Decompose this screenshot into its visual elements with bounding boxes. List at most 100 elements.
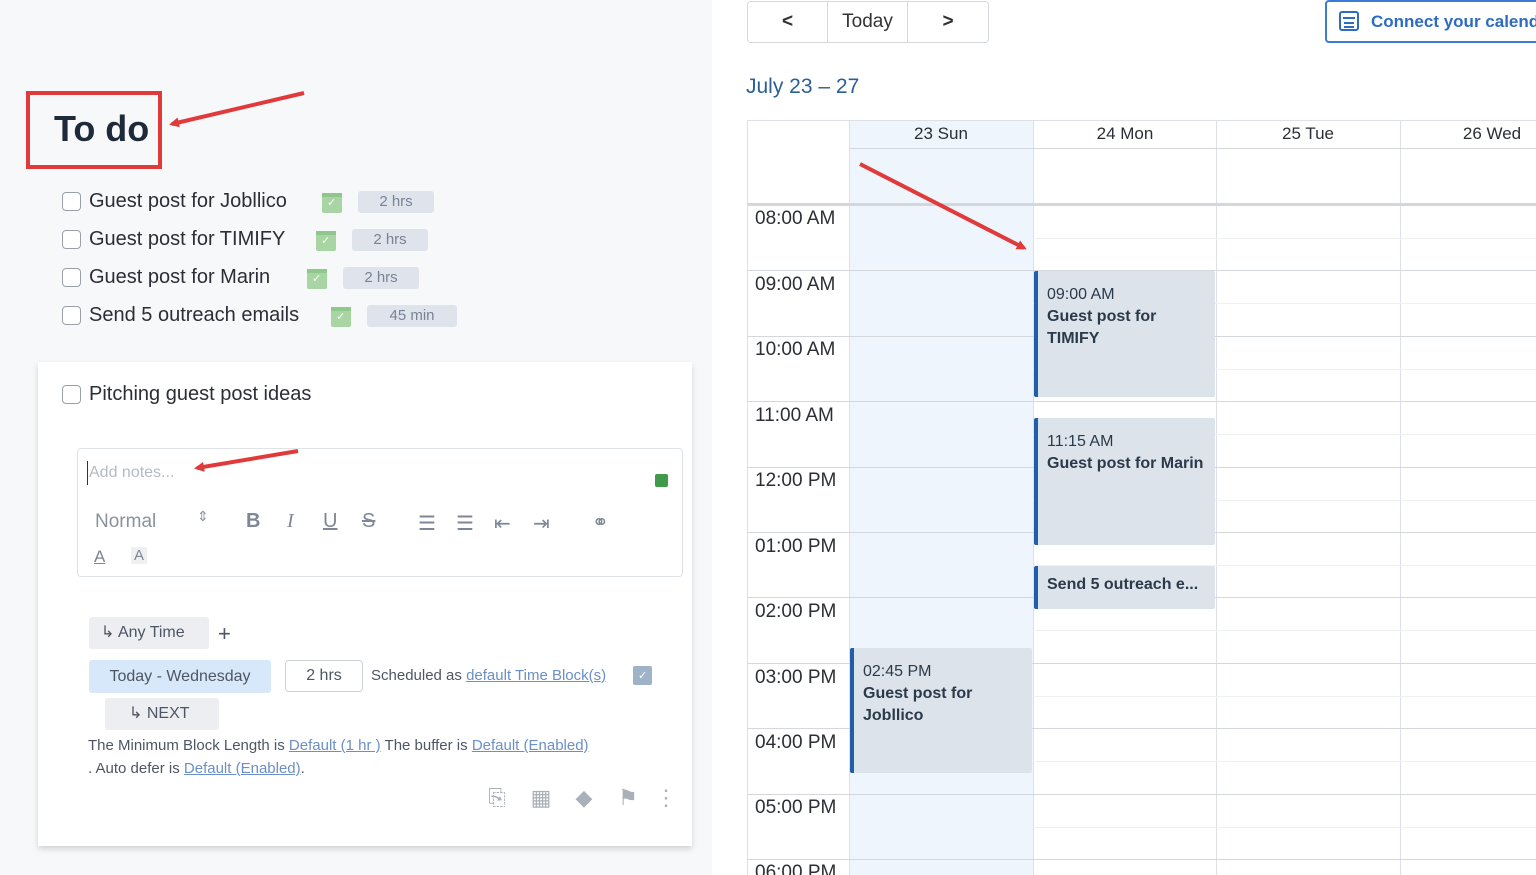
scheduled-as-text: Scheduled as default Time Block(s) [371,667,606,684]
format-select-arrows[interactable]: ⇕ [197,509,209,523]
schedule-date-button[interactable]: Today - Wednesday [89,660,271,693]
time-block-link[interactable]: default Time Block(s) [466,667,606,684]
calendar-event[interactable]: 02:45 PM Guest post for Jobllico [850,648,1032,773]
event-title: Guest post for Marin [1047,455,1204,472]
time-label: 11:00 AM [755,405,834,426]
duration-badge[interactable]: 2 hrs [352,229,428,251]
time-label: 01:00 PM [755,536,837,557]
time-label: 08:00 AM [755,208,836,229]
task-label: Guest post for Jobllico [89,189,287,212]
outdent-icon[interactable]: ⇤ [494,511,511,536]
defer-suffix: . [300,760,305,777]
notes-input[interactable] [87,461,487,485]
day-header[interactable]: 26 Wed [1400,124,1536,144]
scheduled-calendar-icon[interactable] [316,231,336,251]
half-hour-line [1033,696,1536,697]
task-checkbox[interactable] [62,191,81,211]
duration-input[interactable]: 2 hrs [285,660,363,692]
min-block-link[interactable]: Default (1 hr ) [289,737,381,754]
day-header[interactable]: 23 Sun [849,124,1033,144]
day-header[interactable]: 24 Mon [1033,124,1217,144]
indent-icon[interactable]: ⇥ [533,511,550,536]
format-select[interactable]: Normal [95,511,156,533]
strikethrough-icon[interactable]: S [362,510,375,533]
flag-icon[interactable]: ⚑ [616,786,640,810]
page-title: To do [54,108,150,149]
event-title: Guest post for TIMIFY [1047,308,1157,347]
half-hour-line [1033,630,1536,631]
buffer-prefix: The buffer is [384,737,468,754]
day-header[interactable]: 25 Tue [1216,124,1400,144]
app-root: To do Guest post for Jobllico 2 hrs Gues… [0,0,1536,875]
text-color-icon[interactable]: A [94,547,105,567]
event-title: Send 5 outreach e... [1047,576,1199,593]
calendar-event[interactable]: Send 5 outreach e... [1034,566,1215,609]
calendar-nav: < Today > [747,1,989,43]
underline-icon[interactable]: U [323,510,337,533]
time-label: 05:00 PM [755,797,837,818]
today-button[interactable]: Today [828,2,908,42]
duration-badge[interactable]: 2 hrs [358,191,434,213]
next-week-button[interactable]: > [908,2,988,42]
highlight-color-icon[interactable]: A [131,547,148,564]
calendar-icon[interactable]: ▦ [529,786,553,810]
hour-line [747,794,1536,795]
time-label: 03:00 PM [755,667,837,688]
scheduled-calendar-icon[interactable] [322,193,342,213]
prev-week-button[interactable]: < [748,2,828,42]
any-time-button[interactable]: ↳ Any Time [89,617,209,649]
task-row[interactable]: Send 5 outreach emails [62,302,299,328]
buffer-link[interactable]: Default (Enabled) [472,737,589,754]
half-hour-line [1033,827,1536,828]
defer-prefix: . Auto defer is [88,760,180,777]
min-block-prefix: The Minimum Block Length is [88,737,285,754]
connect-calendar-button[interactable]: Connect your calendar [1325,0,1536,43]
block-settings-text: The Minimum Block Length is Default (1 h… [88,734,648,780]
time-label: 10:00 AM [755,339,836,360]
task-checkbox[interactable] [62,384,81,404]
event-time: 11:15 AM [1047,433,1114,450]
notes-status-indicator [655,474,668,487]
task-label: Pitching guest post ideas [89,382,312,405]
attachment-icon[interactable]: ⎘ [485,786,509,810]
hour-line [747,401,1536,402]
calendar-icon[interactable] [633,666,652,685]
task-row[interactable]: Guest post for TIMIFY [62,226,285,252]
time-label: 09:00 AM [755,274,836,295]
auto-defer-link[interactable]: Default (Enabled) [184,760,301,777]
calendar-event[interactable]: 09:00 AM Guest post for TIMIFY [1034,271,1215,397]
italic-icon[interactable]: I [287,510,294,533]
scheduled-prefix: Scheduled as [371,667,462,684]
task-row-expanded[interactable]: Pitching guest post ideas [62,381,311,407]
scheduled-calendar-icon[interactable] [331,307,351,327]
task-label: Guest post for TIMIFY [89,227,286,250]
task-checkbox[interactable] [62,267,81,287]
more-options-icon[interactable]: ⋮ [654,786,678,810]
add-time-button[interactable]: + [218,621,231,647]
calendar-icon [1339,11,1359,31]
link-icon[interactable]: ⚭ [592,510,609,535]
time-label: 06:00 PM [755,862,837,875]
half-hour-line [1033,761,1536,762]
calendar-event[interactable]: 11:15 AM Guest post for Marin [1034,418,1215,545]
event-time: 02:45 PM [863,663,932,680]
next-button[interactable]: ↳ NEXT [105,698,219,730]
half-hour-line [1033,238,1536,239]
all-day-separator [747,203,1536,206]
time-label: 04:00 PM [755,732,837,753]
task-row[interactable]: Guest post for Marin [62,264,270,290]
bold-icon[interactable]: B [246,510,260,533]
connect-calendar-label: Connect your calendar [1371,12,1536,31]
chevron-right-icon: > [942,11,954,32]
date-range-title: July 23 – 27 [746,75,860,98]
task-checkbox[interactable] [62,229,81,249]
time-label: 02:00 PM [755,601,837,622]
bullet-list-icon[interactable]: ☰ [456,511,474,536]
scheduled-calendar-icon[interactable] [307,269,327,289]
task-row[interactable]: Guest post for Jobllico [62,188,287,214]
duration-badge[interactable]: 45 min [367,305,457,327]
duration-badge[interactable]: 2 hrs [343,267,419,289]
task-checkbox[interactable] [62,305,81,325]
ordered-list-icon[interactable]: ☰ [418,511,436,536]
tag-icon[interactable]: ◆ [572,786,596,810]
